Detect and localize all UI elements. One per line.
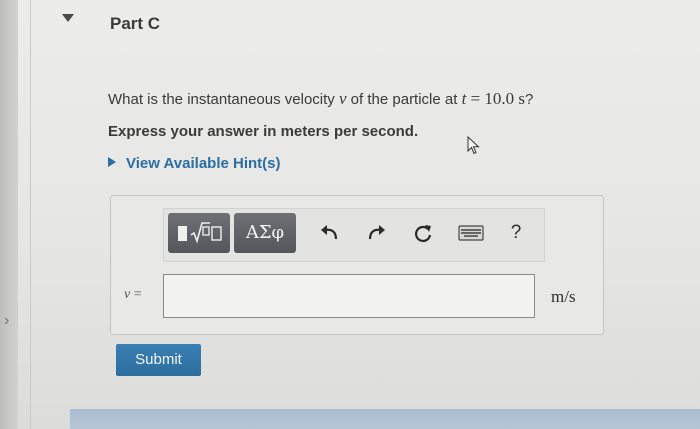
- unit-label: m/s: [551, 287, 576, 306]
- question-prefix: What is the instantaneous velocity: [108, 91, 339, 108]
- keyboard-button[interactable]: [456, 213, 486, 253]
- view-hints-link[interactable]: View Available Hint(s): [108, 155, 281, 172]
- answer-instruction: Express your answer in meters per second…: [108, 123, 419, 140]
- left-divider: [30, 0, 31, 429]
- answer-input[interactable]: [163, 274, 535, 318]
- help-button[interactable]: ?: [504, 213, 528, 253]
- left-side-strip: ›: [0, 0, 18, 429]
- question-text: What is the instantaneous velocity v of …: [108, 89, 533, 109]
- redo-button[interactable]: [362, 213, 392, 253]
- view-hints-label: View Available Hint(s): [126, 155, 281, 172]
- undo-icon: [321, 225, 338, 240]
- answer-equals: =: [130, 287, 142, 302]
- redo-icon: [368, 225, 385, 240]
- undo-button[interactable]: [316, 213, 346, 253]
- question-equals: =: [466, 89, 485, 108]
- answer-variable-label: v =: [124, 287, 142, 303]
- side-chevron-icon: ›: [4, 312, 10, 329]
- expand-arrow-icon: [108, 157, 116, 167]
- template-block-icon: [178, 226, 187, 241]
- question-middle: of the particle at: [346, 91, 462, 108]
- next-section-band: [70, 409, 700, 429]
- question-time-value: 10.0: [484, 89, 515, 108]
- collapse-triangle-icon[interactable]: [62, 14, 74, 22]
- reset-button[interactable]: [409, 213, 439, 253]
- math-toolbar: ΑΣφ ?: [163, 208, 545, 262]
- reset-icon: [415, 225, 432, 242]
- submit-button[interactable]: Submit: [116, 344, 201, 376]
- question-time-unit: s: [518, 89, 525, 108]
- part-title: Part C: [110, 14, 161, 33]
- page-background: › Part C What is the instantaneous veloc…: [0, 0, 700, 429]
- greek-symbols-button[interactable]: ΑΣφ: [234, 213, 296, 253]
- sqrt-template-icon: [190, 222, 222, 244]
- keyboard-icon: [458, 225, 484, 241]
- mouse-cursor-icon: [467, 136, 480, 155]
- templates-button[interactable]: [168, 213, 230, 253]
- question-variable: v: [338, 89, 347, 108]
- question-suffix: ?: [524, 91, 534, 108]
